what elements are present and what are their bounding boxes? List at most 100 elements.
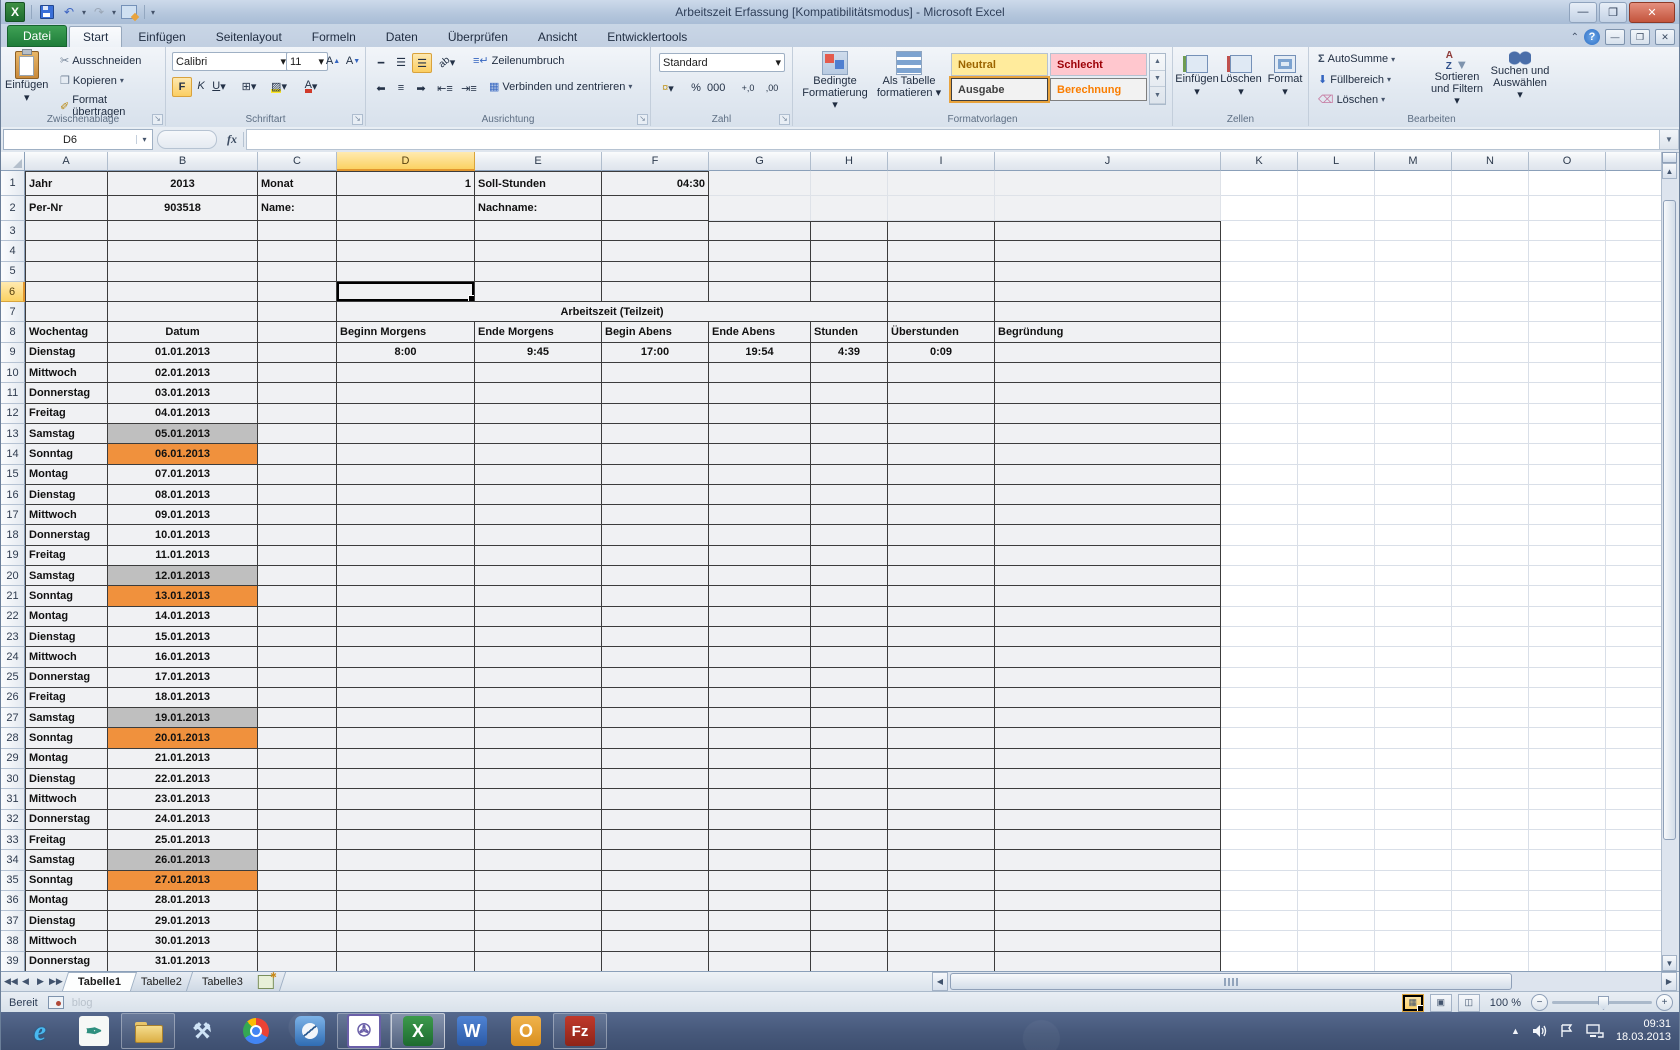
cell-P12[interactable] — [1606, 403, 1663, 424]
cell-B21[interactable]: 13.01.2013 — [108, 586, 258, 607]
cell-I37[interactable] — [888, 911, 995, 932]
cell-H3[interactable] — [811, 221, 888, 242]
cell-O8[interactable] — [1529, 322, 1606, 343]
cell-C5[interactable] — [258, 261, 337, 282]
paste-button[interactable]: Einfügen ▾ — [5, 49, 48, 104]
cell-F32[interactable] — [602, 809, 709, 830]
cell-F39[interactable] — [602, 951, 709, 971]
row-header-30[interactable]: 30 — [1, 769, 25, 790]
cell-O30[interactable] — [1529, 769, 1606, 790]
cell-K11[interactable] — [1221, 383, 1298, 404]
cell-M25[interactable] — [1375, 667, 1452, 688]
taskbar-item-scroll-app[interactable]: ✇ — [337, 1013, 391, 1049]
cell-B12[interactable]: 04.01.2013 — [108, 403, 258, 424]
undo-button[interactable]: ↶ — [60, 3, 78, 21]
cell-M5[interactable] — [1375, 261, 1452, 282]
cell-B29[interactable]: 21.01.2013 — [108, 748, 258, 770]
cell-C36[interactable] — [258, 890, 337, 912]
cell-G3[interactable] — [709, 221, 811, 242]
macro-record-icon[interactable] — [47, 996, 64, 1009]
cell-M8[interactable] — [1375, 322, 1452, 343]
cell-H25[interactable] — [811, 667, 888, 688]
cell-E22[interactable] — [475, 606, 602, 627]
vertical-scrollbar[interactable]: ▲ ▼ — [1661, 152, 1677, 971]
align-right-icon[interactable]: ➡ — [412, 79, 430, 97]
cell-K33[interactable] — [1221, 829, 1298, 851]
cell-J24[interactable] — [995, 647, 1221, 668]
cell-D13[interactable] — [337, 423, 475, 445]
cell-I33[interactable] — [888, 829, 995, 851]
cell-I25[interactable] — [888, 667, 995, 688]
cell-E23[interactable] — [475, 626, 602, 648]
cell-M10[interactable] — [1375, 363, 1452, 384]
cell-A33[interactable]: Freitag — [25, 829, 108, 851]
gallery-down-icon[interactable]: ▼ — [1150, 71, 1165, 88]
cell-P35[interactable] — [1606, 870, 1663, 891]
cell-K30[interactable] — [1221, 769, 1298, 790]
cell-L38[interactable] — [1298, 931, 1375, 952]
cell-B30[interactable]: 22.01.2013 — [108, 769, 258, 790]
cell-G17[interactable] — [709, 505, 811, 526]
cell-K5[interactable] — [1221, 261, 1298, 282]
cell-H4[interactable] — [811, 241, 888, 262]
cell-E24[interactable] — [475, 647, 602, 668]
workbook-minimize-button[interactable]: — — [1605, 29, 1625, 45]
cell-A19[interactable]: Freitag — [25, 545, 108, 567]
decrease-indent-icon[interactable]: ⇤≡ — [436, 79, 454, 97]
cell-M36[interactable] — [1375, 890, 1452, 912]
cell-N12[interactable] — [1452, 403, 1529, 424]
cell-K15[interactable] — [1221, 464, 1298, 485]
cell-J5[interactable] — [995, 261, 1221, 282]
cell-D31[interactable] — [337, 789, 475, 810]
cell-F27[interactable] — [602, 708, 709, 729]
insert-cells-button[interactable]: Einfügen ▾ — [1175, 55, 1219, 98]
cell-C26[interactable] — [258, 687, 337, 709]
cell-L5[interactable] — [1298, 261, 1375, 282]
cell-D2[interactable] — [337, 196, 475, 221]
cell-D29[interactable] — [337, 748, 475, 770]
cell-L35[interactable] — [1298, 870, 1375, 891]
delete-cells-button[interactable]: Löschen ▾ — [1219, 55, 1263, 98]
cell-F8[interactable]: Begin Abens — [602, 322, 709, 343]
cell-F24[interactable] — [602, 647, 709, 668]
cell-L28[interactable] — [1298, 728, 1375, 749]
cell-J14[interactable] — [995, 444, 1221, 465]
cell-L15[interactable] — [1298, 464, 1375, 485]
cell-N34[interactable] — [1452, 850, 1529, 871]
cell-A18[interactable]: Donnerstag — [25, 525, 108, 546]
decrease-font-icon[interactable]: A ▼ — [344, 52, 362, 70]
cell-A12[interactable]: Freitag — [25, 403, 108, 424]
cell-B10[interactable]: 02.01.2013 — [108, 363, 258, 384]
cell-M9[interactable] — [1375, 342, 1452, 364]
cell-K4[interactable] — [1221, 241, 1298, 262]
cell-G20[interactable] — [709, 566, 811, 587]
customize-qat-dropdown[interactable]: ▾ — [151, 8, 155, 17]
cell-H22[interactable] — [811, 606, 888, 627]
split-handle[interactable] — [1662, 152, 1677, 163]
column-header-I[interactable]: I — [888, 152, 995, 171]
cell-D18[interactable] — [337, 525, 475, 546]
cell-F21[interactable] — [602, 586, 709, 607]
format-as-table-button[interactable]: Als Tabelle formatieren ▾ — [873, 51, 945, 99]
cell-M37[interactable] — [1375, 911, 1452, 932]
cell-L20[interactable] — [1298, 566, 1375, 587]
cell-C30[interactable] — [258, 769, 337, 790]
cell-J20[interactable] — [995, 566, 1221, 587]
cell-B20[interactable]: 12.01.2013 — [108, 566, 258, 587]
cell-K13[interactable] — [1221, 423, 1298, 445]
cell-O25[interactable] — [1529, 667, 1606, 688]
cell-J38[interactable] — [995, 931, 1221, 952]
cell-P36[interactable] — [1606, 890, 1663, 912]
cell-N8[interactable] — [1452, 322, 1529, 343]
cell-N32[interactable] — [1452, 809, 1529, 830]
cell-J37[interactable] — [995, 911, 1221, 932]
cell-B8[interactable]: Datum — [108, 322, 258, 343]
cell-M2[interactable] — [1375, 196, 1452, 221]
taskbar-item-windows-explorer[interactable] — [121, 1013, 175, 1049]
cell-D38[interactable] — [337, 931, 475, 952]
cell-E9[interactable]: 9:45 — [475, 342, 602, 364]
cell-F17[interactable] — [602, 505, 709, 526]
cell-I13[interactable] — [888, 423, 995, 445]
zoom-track[interactable] — [1552, 996, 1652, 1010]
cell-C31[interactable] — [258, 789, 337, 810]
